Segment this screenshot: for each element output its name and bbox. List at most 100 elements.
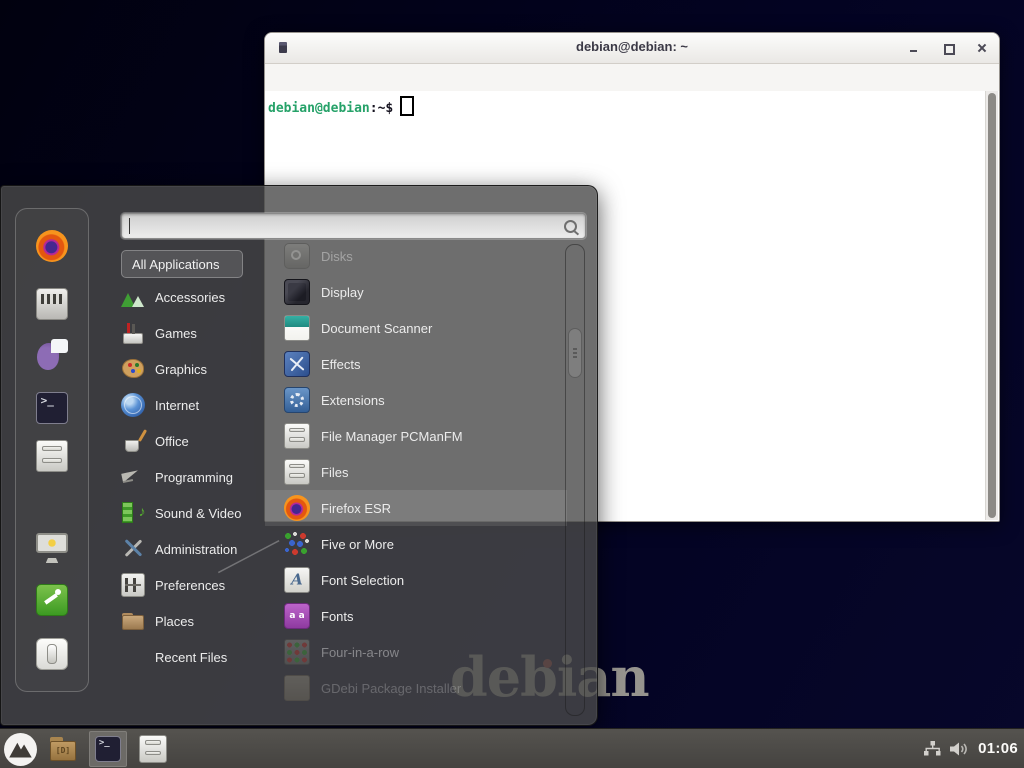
category-item[interactable]: Sound & Video xyxy=(115,495,277,531)
application-item[interactable]: Fonts xyxy=(265,598,567,634)
application-label: Display xyxy=(321,285,364,300)
lock-screen-icon[interactable] xyxy=(36,532,68,564)
category-label: Sound & Video xyxy=(155,506,242,521)
files-icon xyxy=(284,459,310,485)
prompt-suffix: :~$ xyxy=(370,101,393,116)
folder-icon xyxy=(49,735,77,763)
category-label: Places xyxy=(155,614,194,629)
category-item[interactable]: Office xyxy=(115,423,277,459)
category-item[interactable]: Games xyxy=(115,315,277,351)
category-item[interactable]: Internet xyxy=(115,387,277,423)
accessories-icon xyxy=(121,285,145,309)
terminal-window-title: debian@debian: ~ xyxy=(265,39,999,54)
category-label: Internet xyxy=(155,398,199,413)
terminal-scrollbar[interactable] xyxy=(985,91,998,520)
clock[interactable]: 01:06 xyxy=(978,740,1018,757)
category-label: Programming xyxy=(155,470,233,485)
application-label: Four-in-a-row xyxy=(321,645,399,660)
extensions-icon xyxy=(284,387,310,413)
sound-video-icon xyxy=(121,501,145,525)
category-label: Games xyxy=(155,326,197,341)
application-item[interactable]: Document Scanner xyxy=(265,310,567,346)
text-caret xyxy=(129,218,130,234)
category-item[interactable]: Preferences xyxy=(115,567,277,603)
close-button[interactable] xyxy=(975,41,989,55)
effects-icon xyxy=(284,351,310,377)
application-item[interactable]: Font Selection xyxy=(265,562,567,598)
category-item[interactable]: Recent Files xyxy=(115,639,277,675)
category-item[interactable]: Programming xyxy=(115,459,277,495)
application-item[interactable]: Disks xyxy=(265,238,567,274)
document-scanner-icon xyxy=(284,315,310,341)
all-applications-label: All Applications xyxy=(132,257,219,272)
fonts-icon xyxy=(284,603,310,629)
menu-scrollbar[interactable] xyxy=(565,244,585,716)
package-manager-icon[interactable] xyxy=(36,288,68,320)
taskbar-terminal-button[interactable] xyxy=(89,731,127,767)
firefox-icon[interactable] xyxy=(36,230,68,262)
application-label: Document Scanner xyxy=(321,321,432,336)
menu-favorites-sidebar xyxy=(15,208,89,692)
category-item[interactable]: Accessories xyxy=(115,279,277,315)
terminal-titlebar[interactable]: debian@debian: ~ xyxy=(265,33,999,64)
shutdown-icon[interactable] xyxy=(36,638,68,670)
desktop: debian debian@debian: ~ debian@debian:~$ xyxy=(0,0,1024,768)
taskbar-left xyxy=(4,730,172,768)
disks-icon xyxy=(284,243,310,269)
file-cabinet-icon[interactable] xyxy=(36,440,68,472)
taskbar: 01:06 xyxy=(0,728,1024,768)
search-icon xyxy=(564,220,577,233)
application-label: Extensions xyxy=(321,393,385,408)
menu-logo-icon xyxy=(9,738,31,760)
application-item[interactable]: Display xyxy=(265,274,567,310)
gdebi-icon xyxy=(284,675,310,701)
internet-icon xyxy=(121,393,145,417)
file-cabinet-icon xyxy=(139,735,167,763)
firefox-icon xyxy=(284,495,310,521)
search-input[interactable] xyxy=(121,213,586,239)
category-label: Graphics xyxy=(155,362,207,377)
application-item[interactable]: Effects xyxy=(265,346,567,382)
application-label: Disks xyxy=(321,249,353,264)
taskbar-files-button[interactable] xyxy=(134,731,172,767)
application-item[interactable]: GDebi Package Installer xyxy=(265,670,567,706)
category-label: Accessories xyxy=(155,290,225,305)
category-item[interactable]: Places xyxy=(115,603,277,639)
volume-icon[interactable] xyxy=(950,741,969,757)
category-label: Administration xyxy=(155,542,237,557)
application-item[interactable]: Firefox ESR xyxy=(265,490,567,526)
application-item[interactable]: Files xyxy=(265,454,567,490)
category-item[interactable]: Graphics xyxy=(115,351,277,387)
terminal-scrollbar-thumb[interactable] xyxy=(988,93,996,518)
display-icon xyxy=(284,279,310,305)
application-menu: All Applications Accessories Games Graph… xyxy=(0,185,598,726)
search-box xyxy=(121,213,586,239)
all-applications-button[interactable]: All Applications xyxy=(121,250,243,278)
application-label: File Manager PCManFM xyxy=(321,429,463,444)
application-label: Files xyxy=(321,465,348,480)
pidgin-icon[interactable] xyxy=(36,338,68,370)
terminal-cursor xyxy=(400,96,414,116)
log-out-icon[interactable] xyxy=(36,584,68,616)
terminal-menubar xyxy=(265,64,999,92)
category-item[interactable]: Administration xyxy=(115,531,277,567)
application-item[interactable]: File Manager PCManFM xyxy=(265,418,567,454)
maximize-button[interactable] xyxy=(941,41,955,55)
preferences-icon xyxy=(121,573,145,597)
application-label: Five or More xyxy=(321,537,394,552)
menu-scrollbar-thumb[interactable] xyxy=(568,328,582,378)
category-label: Preferences xyxy=(155,578,225,593)
terminal-icon[interactable] xyxy=(36,392,68,424)
minimize-button[interactable] xyxy=(907,41,921,55)
application-label: Font Selection xyxy=(321,573,404,588)
places-icon xyxy=(121,609,145,633)
graphics-icon xyxy=(121,357,145,381)
application-item[interactable]: Four-in-a-row xyxy=(265,634,567,670)
category-label: Office xyxy=(155,434,189,449)
menu-button[interactable] xyxy=(4,733,37,766)
taskbar-folder-button[interactable] xyxy=(44,731,82,767)
application-item[interactable]: Five or More xyxy=(265,526,567,562)
application-label: GDebi Package Installer xyxy=(321,681,461,696)
network-icon[interactable] xyxy=(924,741,941,756)
application-item[interactable]: Extensions xyxy=(265,382,567,418)
